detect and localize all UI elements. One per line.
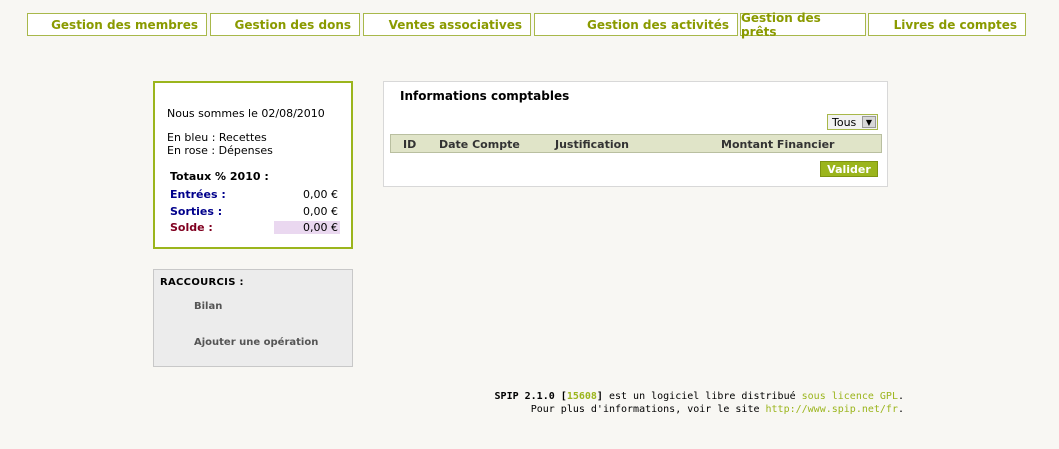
legend-recettes: En bleu : Recettes bbox=[167, 131, 267, 144]
footer: SPIP 2.1.0 [15608] est un logiciel libre… bbox=[495, 390, 904, 416]
filter-select-value: Tous bbox=[832, 115, 857, 129]
nav-tab-label: Ventes associatives bbox=[388, 17, 522, 32]
nav-tab-label: Gestion des prêts bbox=[741, 10, 821, 39]
nav-tab-prets[interactable]: Gestion des prêts bbox=[740, 10, 866, 39]
sorties-value: 0,00 € bbox=[303, 205, 338, 218]
accounting-info-panel: Informations comptables Tous ▼ ID Date C… bbox=[383, 81, 888, 187]
shortcut-add-operation[interactable]: Ajouter une opération bbox=[194, 337, 318, 348]
legend-depenses: En rose : Dépenses bbox=[167, 144, 273, 157]
solde-value: 0,00 € bbox=[274, 221, 340, 234]
column-id[interactable]: ID bbox=[403, 138, 416, 151]
valider-button[interactable]: Valider bbox=[820, 161, 878, 177]
revision-link[interactable]: 15608 bbox=[567, 391, 597, 402]
shortcuts-box: RACCOURCIS : Bilan Ajouter une opération bbox=[153, 269, 353, 367]
totals-row-solde: Solde : 0,00 € bbox=[170, 221, 340, 235]
column-date-compte[interactable]: Date Compte bbox=[439, 138, 520, 151]
panel-title: Informations comptables bbox=[400, 89, 570, 103]
shortcuts-title: RACCOURCIS : bbox=[160, 277, 244, 288]
footer-text-1: est un logiciel libre distribué bbox=[602, 391, 802, 402]
nav-tab-label: Gestion des membres bbox=[51, 17, 198, 32]
filter-select[interactable]: Tous ▼ bbox=[827, 114, 878, 130]
nav-tab-activites[interactable]: Gestion des activités bbox=[534, 13, 738, 36]
nav-tab-label: Gestion des dons bbox=[234, 17, 351, 32]
shortcut-bilan[interactable]: Bilan bbox=[194, 301, 222, 312]
totals-row-entrees: Entrées : 0,00 € bbox=[170, 188, 340, 202]
licence-link[interactable]: sous licence GPL bbox=[802, 391, 898, 402]
nav-tab-ventes[interactable]: Ventes associatives bbox=[363, 13, 531, 36]
sorties-label: Sorties : bbox=[170, 205, 223, 218]
column-justification[interactable]: Justification bbox=[555, 138, 629, 151]
entrees-value: 0,00 € bbox=[303, 188, 338, 201]
nav-tab-label: Livres de comptes bbox=[893, 17, 1017, 32]
solde-label: Solde : bbox=[170, 221, 213, 234]
totals-heading: Totaux % 2010 : bbox=[170, 170, 269, 183]
current-date: Nous sommes le 02/08/2010 bbox=[167, 107, 325, 120]
column-montant[interactable]: Montant Financier bbox=[721, 138, 834, 151]
footer-line-2: Pour plus d'informations, voir le site h… bbox=[495, 403, 904, 416]
accounting-summary-box: Nous sommes le 02/08/2010 En bleu : Rece… bbox=[153, 81, 353, 249]
footer-dot-2: . bbox=[897, 404, 904, 415]
revision-number: 15608 bbox=[566, 391, 597, 402]
totals-row-sorties: Sorties : 0,00 € bbox=[170, 205, 340, 219]
footer-dot-1: . bbox=[897, 391, 904, 402]
footer-line-1: SPIP 2.1.0 [15608] est un logiciel libre… bbox=[495, 390, 904, 403]
nav-tab-membres[interactable]: Gestion des membres bbox=[27, 13, 207, 36]
spip-site-link[interactable]: http://www.spip.net/fr bbox=[766, 404, 898, 415]
spip-version: SPIP 2.1.0 bbox=[494, 391, 555, 402]
nav-tab-dons[interactable]: Gestion des dons bbox=[210, 13, 360, 36]
footer-text-2: Pour plus d'informations, voir le site bbox=[530, 404, 766, 415]
chevron-down-icon: ▼ bbox=[862, 116, 876, 128]
table-header: ID Date Compte Justification Montant Fin… bbox=[390, 134, 882, 153]
entrees-label: Entrées : bbox=[170, 188, 226, 201]
nav-tab-label: Gestion des activités bbox=[586, 17, 729, 32]
nav-tab-livres[interactable]: Livres de comptes bbox=[868, 13, 1026, 36]
